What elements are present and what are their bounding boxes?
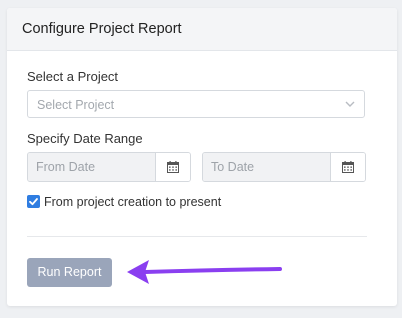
to-date-group: To Date xyxy=(202,152,366,182)
date-range-label: Specify Date Range xyxy=(27,131,143,146)
from-date-placeholder: From Date xyxy=(36,160,96,174)
to-date-input[interactable]: To Date xyxy=(203,153,331,181)
to-date-placeholder: To Date xyxy=(211,160,255,174)
divider xyxy=(27,236,367,237)
check-icon xyxy=(29,198,38,206)
chevron-down-icon xyxy=(345,101,355,107)
to-date-calendar-button[interactable] xyxy=(331,153,365,181)
creation-to-present-checkbox[interactable] xyxy=(27,195,40,208)
card-title: Configure Project Report xyxy=(22,21,182,37)
calendar-icon xyxy=(342,161,354,173)
project-select-placeholder: Select Project xyxy=(37,98,115,112)
project-label: Select a Project xyxy=(27,69,119,84)
from-date-input[interactable]: From Date xyxy=(28,153,156,181)
from-date-calendar-button[interactable] xyxy=(156,153,190,181)
calendar-icon xyxy=(167,161,179,173)
run-report-button[interactable]: Run Report xyxy=(27,258,112,287)
project-select[interactable]: Select Project xyxy=(27,90,365,118)
card-header: Configure Project Report xyxy=(7,8,397,51)
arrow-left-icon xyxy=(127,260,282,284)
from-date-group: From Date xyxy=(27,152,191,182)
creation-to-present-label: From project creation to present xyxy=(44,195,222,209)
